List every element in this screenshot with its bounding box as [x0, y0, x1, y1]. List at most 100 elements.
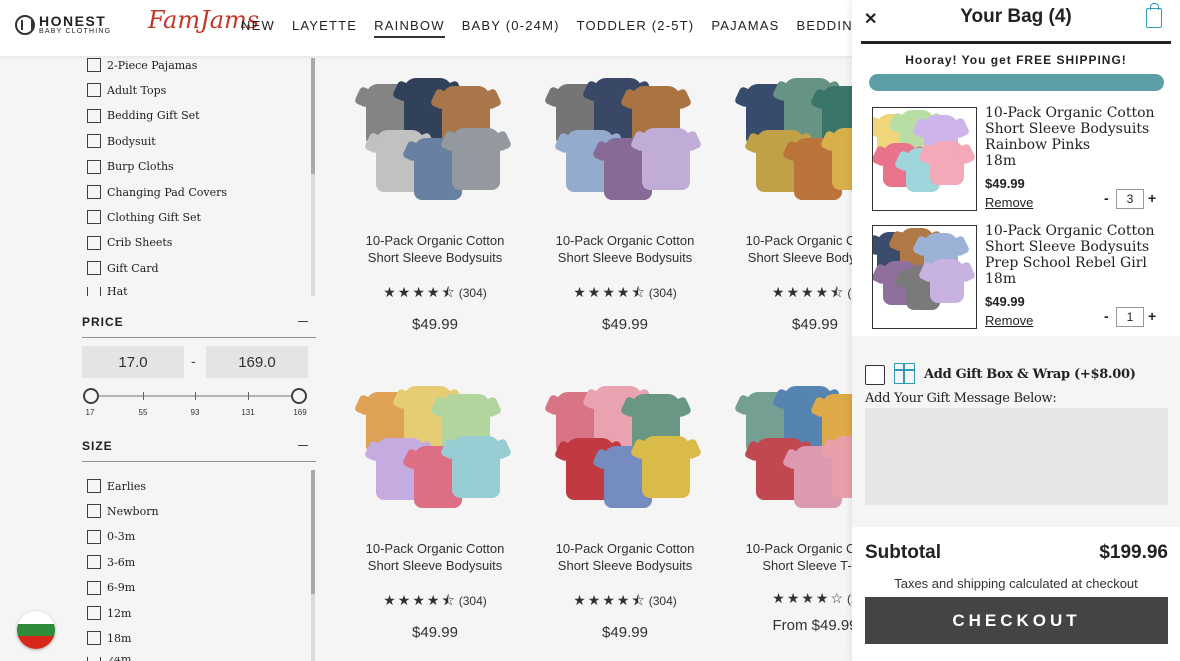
size-section-title[interactable]: SIZE — [82, 439, 316, 462]
product-rating[interactable]: ★★★★⯪ (304) — [530, 590, 720, 614]
product-rating[interactable]: ★★★★⯪ (304) — [340, 282, 530, 306]
filter-checkbox[interactable] — [87, 159, 101, 174]
honest-logo[interactable]: HONEST BABY CLOTHING — [15, 14, 111, 35]
category-filter-option[interactable]: Adult Tops — [87, 83, 167, 98]
price-section-title[interactable]: PRICE — [82, 315, 316, 338]
size-filter-option[interactable]: 3-6m — [87, 555, 135, 570]
gift-wrap-checkbox[interactable] — [865, 365, 885, 385]
price-min-input[interactable]: 17.0 — [82, 346, 184, 378]
size-filter-option[interactable]: 0-3m — [87, 529, 135, 544]
filter-checkbox[interactable] — [87, 108, 101, 123]
product-name[interactable]: 10-Pack Organic Cotton Short Sleeve Bodys… — [530, 232, 720, 266]
increase-quantity-button[interactable]: + — [1148, 308, 1156, 324]
quantity-input[interactable]: 3 — [1116, 189, 1144, 209]
gift-message-input[interactable] — [865, 408, 1168, 505]
filter-checkbox[interactable] — [87, 185, 101, 199]
category-scrollbar[interactable] — [311, 58, 315, 296]
category-filter-option[interactable]: Bedding Gift Set — [87, 108, 200, 123]
filter-option-label: Adult Tops — [107, 83, 167, 97]
price-slider-min-handle[interactable] — [83, 388, 99, 404]
product-name[interactable]: 10-Pack Organic Cotton Short Sleeve Bodys… — [340, 540, 530, 574]
product-rating[interactable]: ★★★★⯪ (304) — [340, 590, 530, 614]
product-card[interactable]: 10-Pack Organic Cotton Short Sleeve Bodys… — [340, 382, 530, 641]
product-name-line: Short Sleeve Bodysuits — [367, 250, 503, 265]
size-scrollbar-thumb[interactable] — [311, 470, 315, 594]
nav-item[interactable]: RAINBOW — [374, 18, 445, 38]
filter-checkbox[interactable] — [87, 83, 101, 98]
size-filter-option[interactable]: Newborn — [87, 504, 159, 519]
product-name[interactable]: 10-Pack Organic Cotton Short Sleeve Bodys… — [530, 540, 720, 574]
category-scrollbar-thumb[interactable] — [311, 58, 315, 174]
filter-option-label: Bedding Gift Set — [107, 109, 200, 123]
size-filter-option[interactable]: 12m — [87, 606, 131, 620]
cart-item-name[interactable]: 10-Pack Organic Cotton Short Sleeve Body… — [985, 223, 1170, 255]
size-filter-option[interactable]: Earlies — [87, 479, 146, 493]
size-filter-option[interactable]: 24m — [87, 656, 131, 661]
category-filter-option[interactable]: Burp Cloths — [87, 159, 174, 174]
filter-checkbox[interactable] — [87, 479, 101, 493]
price-slider-tick — [143, 392, 144, 400]
product-card[interactable]: 10-Pack Organic Cotton Short Sleeve Bodys… — [340, 74, 530, 333]
product-name[interactable]: 10-Pack Organic Cotton Short Sleeve Bodys… — [340, 232, 530, 266]
filter-checkbox[interactable] — [87, 286, 101, 296]
filter-checkbox[interactable] — [87, 580, 101, 595]
filter-checkbox[interactable] — [87, 631, 101, 646]
cart-item-image[interactable] — [872, 225, 977, 329]
filter-checkbox[interactable] — [87, 529, 101, 544]
filter-checkbox[interactable] — [87, 656, 101, 661]
product-card[interactable]: 10-Pack Organic Cotton Short Sleeve Bodys… — [530, 74, 720, 333]
nav-item[interactable]: TODDLER (2-5T) — [577, 18, 695, 38]
category-filter-option[interactable]: Clothing Gift Set — [87, 210, 201, 225]
product-image[interactable] — [360, 382, 510, 532]
filter-checkbox[interactable] — [87, 235, 101, 250]
tax-shipping-note: Taxes and shipping calculated at checkou… — [894, 576, 1138, 591]
cart-item-name[interactable]: 10-Pack Organic Cotton Short Sleeve Body… — [985, 105, 1170, 137]
category-filter-option[interactable]: Changing Pad Covers — [87, 185, 227, 199]
collapse-price-icon[interactable] — [298, 321, 308, 322]
product-card[interactable]: 10-Pack Organic Cotton Short Sleeve Bodys… — [530, 382, 720, 641]
collapse-size-icon[interactable] — [298, 445, 308, 446]
remove-item-link[interactable]: Remove — [985, 313, 1033, 328]
size-scrollbar[interactable] — [311, 470, 315, 661]
product-rating[interactable]: ★★★★⯪ (304) — [530, 282, 720, 306]
shopping-bag-icon[interactable] — [1146, 3, 1162, 28]
price-max-input[interactable]: 169.0 — [206, 346, 308, 378]
nav-item[interactable]: BABY (0-24M) — [462, 18, 560, 38]
quantity-input[interactable]: 1 — [1116, 307, 1144, 327]
category-filter-option[interactable]: Bodysuit — [87, 134, 156, 149]
filter-checkbox[interactable] — [87, 504, 101, 519]
remove-item-link[interactable]: Remove — [985, 195, 1033, 210]
filter-checkbox[interactable] — [87, 58, 101, 72]
product-grid: 10-Pack Organic Cotton Short Sleeve Bodys… — [330, 56, 890, 661]
product-name-line: 10-Pack Organic Cotton — [365, 233, 505, 248]
filter-checkbox[interactable] — [87, 606, 101, 620]
increase-quantity-button[interactable]: + — [1148, 190, 1156, 206]
decrease-quantity-button[interactable]: - — [1104, 190, 1109, 206]
product-image[interactable] — [360, 74, 510, 224]
nav-item[interactable]: LAYETTE — [292, 18, 357, 38]
gift-message-label: Add Your Gift Message Below: — [865, 391, 1057, 406]
cart-item-image[interactable] — [872, 107, 977, 211]
decrease-quantity-button[interactable]: - — [1104, 308, 1109, 324]
product-image[interactable] — [550, 382, 700, 532]
gift-box-icon — [894, 363, 915, 384]
filter-checkbox[interactable] — [87, 210, 101, 225]
price-slider-max-handle[interactable] — [291, 388, 307, 404]
category-filter-option[interactable]: Crib Sheets — [87, 235, 172, 250]
category-filter-option[interactable]: Hat — [87, 286, 128, 296]
category-filter-option[interactable]: 2-Piece Pajamas — [87, 58, 197, 72]
nav-item[interactable]: PAJAMAS — [711, 18, 779, 38]
filter-checkbox[interactable] — [87, 134, 101, 149]
checkout-button[interactable]: CHECKOUT — [865, 597, 1168, 644]
price-slider-tick — [195, 392, 196, 400]
close-icon[interactable]: ✕ — [864, 9, 877, 29]
size-filter-option[interactable]: 18m — [87, 631, 131, 646]
product-image[interactable] — [550, 74, 700, 224]
gift-wrap-label[interactable]: Add Gift Box & Wrap (+$8.00) — [924, 367, 1136, 382]
filter-checkbox[interactable] — [87, 555, 101, 570]
filter-checkbox[interactable] — [87, 261, 101, 276]
country-flag-icon[interactable] — [17, 611, 55, 649]
nav-item[interactable]: NEW — [241, 18, 275, 38]
category-filter-option[interactable]: Gift Card — [87, 261, 159, 276]
size-filter-option[interactable]: 6-9m — [87, 580, 135, 595]
